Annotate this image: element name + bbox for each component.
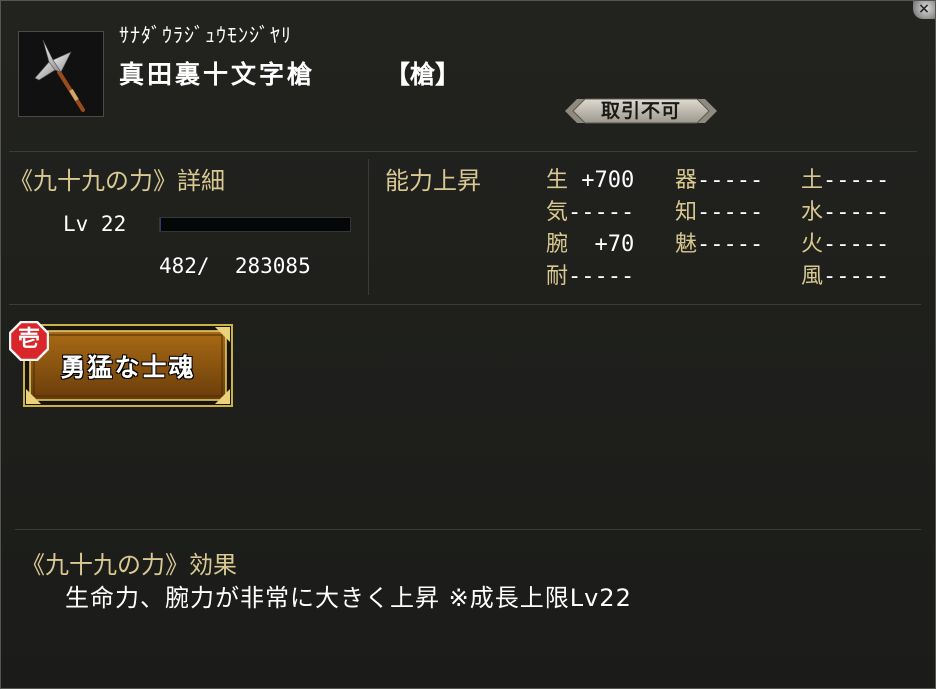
stat-value: +700 [568, 168, 635, 193]
stat-value: ----- [697, 168, 764, 193]
effect-description: 生命力、腕力が非常に大きく上昇 ※成長上限Lv22 [65, 584, 632, 612]
close-icon: × [918, 1, 930, 17]
divider-vertical [368, 159, 369, 295]
stat-value: ----- [823, 168, 890, 193]
stat-life: 生 +700 [546, 162, 634, 194]
stat-endurance: 耐----- [546, 258, 634, 290]
skill-rank-label: 壱 [17, 327, 40, 352]
stat-strength: 腕 +70 [546, 226, 634, 258]
stat-label: 水 [801, 200, 824, 225]
stat-value: ----- [568, 200, 635, 225]
stat-value: ----- [697, 232, 764, 257]
spear-icon [18, 31, 104, 117]
stat-label: 知 [675, 200, 698, 225]
stat-label: 生 [546, 168, 569, 193]
close-button[interactable]: × [913, 1, 935, 19]
stat-earth: 土----- [801, 162, 889, 194]
stat-fire: 火----- [801, 226, 889, 258]
item-name: 真田裏十文字槍 [119, 60, 316, 89]
stat-spirit: 気----- [546, 194, 634, 226]
effect-title: 《九十九の力》効果 [21, 551, 237, 579]
trade-status-label: 取引不可 [600, 100, 681, 122]
stat-value: ----- [823, 200, 890, 225]
divider [9, 304, 921, 305]
stat-label: 耐 [546, 264, 569, 289]
level-label: Lv 22 [63, 212, 127, 236]
divider [15, 529, 921, 530]
trade-status-badge: 取引不可 [565, 97, 717, 125]
stat-value: ----- [568, 264, 635, 289]
stat-label: 土 [801, 168, 824, 193]
stat-label: 風 [801, 264, 824, 289]
skill-name: 勇猛な士魂 [60, 353, 196, 382]
stat-label: 魅 [675, 232, 698, 257]
skill-rank-badge: 壱 [8, 320, 50, 362]
stat-label: 気 [546, 200, 569, 225]
stat-value: ----- [823, 232, 890, 257]
exp-bar [159, 217, 351, 232]
stat-label: 腕 [546, 232, 569, 257]
stat-value: ----- [823, 264, 890, 289]
skill-button[interactable]: 勇猛な士魂 [23, 324, 233, 407]
stat-value: ----- [697, 200, 764, 225]
item-detail-window: × ｻﾅﾀﾞｳﾗｼﾞｭｳﾓﾝｼﾞﾔﾘ 真田裏十文字槍 【槍】 取引不可 《九十九… [0, 0, 936, 689]
item-type: 【槍】 [385, 60, 461, 89]
stat-value: +70 [568, 232, 635, 257]
exp-value: 482/ 283085 [159, 254, 311, 278]
stat-wind: 風----- [801, 258, 889, 290]
item-kana-reading: ｻﾅﾀﾞｳﾗｼﾞｭｳﾓﾝｼﾞﾔﾘ [119, 23, 292, 47]
stat-label: 器 [675, 168, 698, 193]
stat-charisma: 魅----- [675, 226, 763, 258]
stat-dexterity: 器----- [675, 162, 763, 194]
divider [9, 151, 917, 152]
stat-label: 火 [801, 232, 824, 257]
stats-title: 能力上昇 [385, 167, 481, 195]
detail-title: 《九十九の力》詳細 [9, 167, 225, 195]
stat-water: 水----- [801, 194, 889, 226]
stat-intelligence: 知----- [675, 194, 763, 226]
